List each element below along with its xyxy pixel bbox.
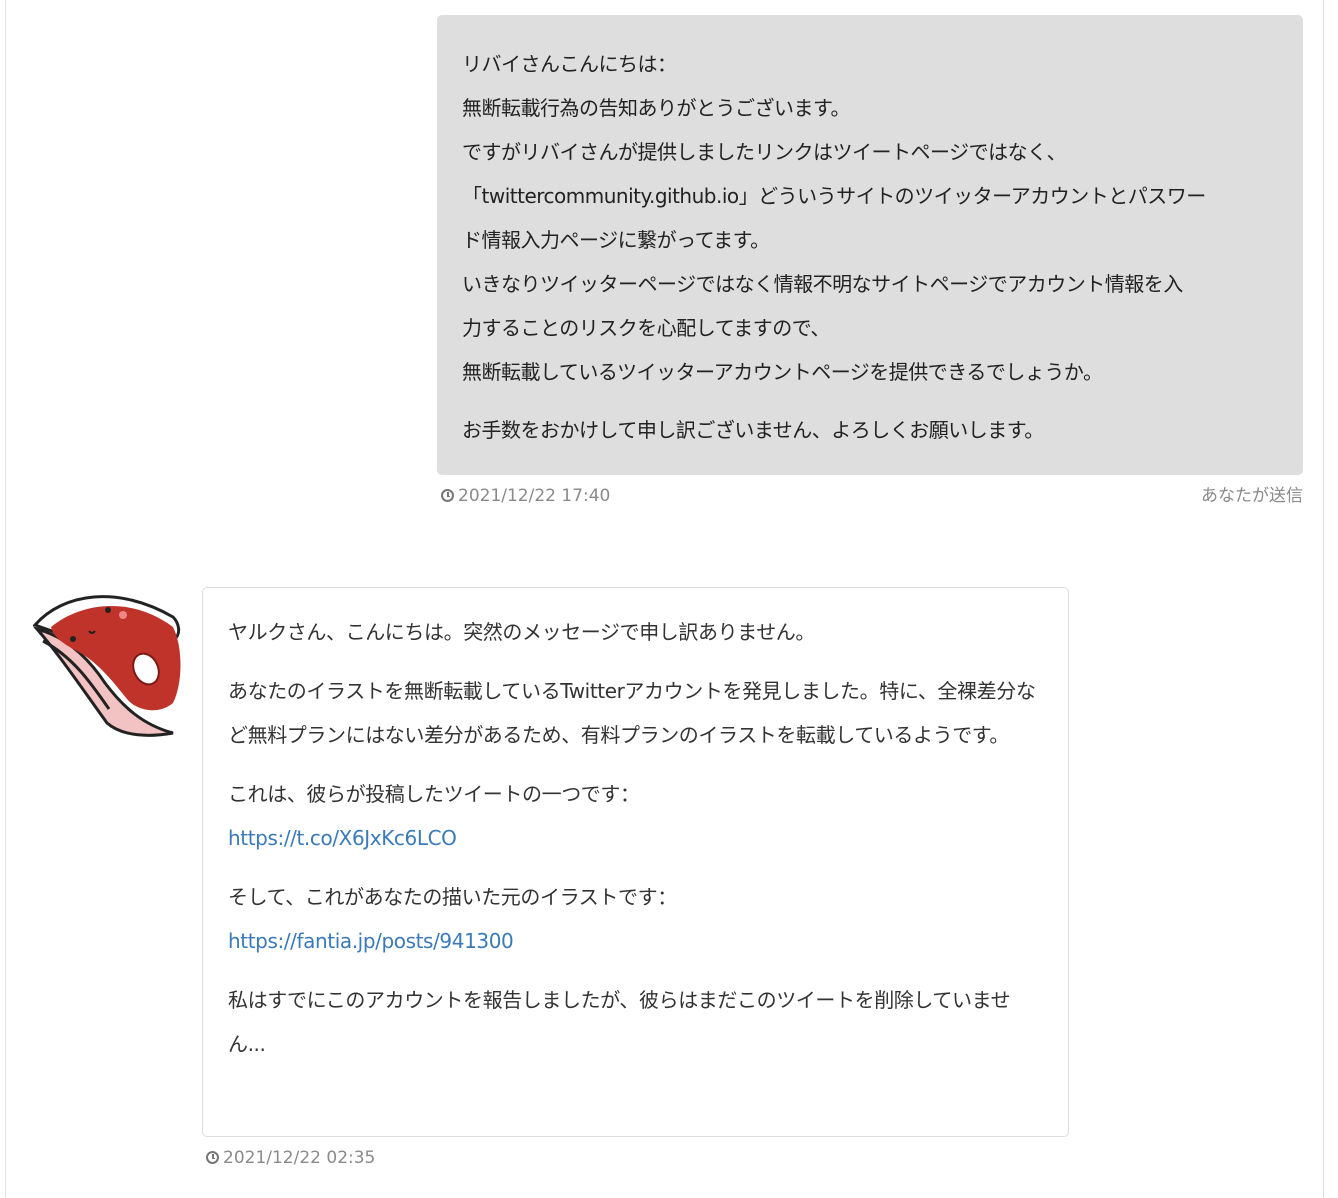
sent-message-line: 力することのリスクを心配してますので、 bbox=[462, 316, 830, 340]
received-timestamp-text: 2021/12/22 02:35 bbox=[223, 1148, 376, 1168]
original-reference: そして、これがあなたの描いた元のイラストです： https://fantia.j… bbox=[228, 875, 1042, 963]
tweet-reference: これは、彼らが投稿したツイートの一つです： https://t.co/X6JxK… bbox=[228, 772, 1042, 860]
sent-message-line: ですがリバイさんが提供しましたリンクはツイートページではなく、 bbox=[462, 140, 1067, 164]
message-paragraph: あなたのイラストを無断転載しているTwitterアカウントを発見しました。特に、… bbox=[228, 679, 1036, 747]
avatar-illustration bbox=[32, 595, 181, 737]
sent-timestamp-text: 2021/12/22 17:40 bbox=[458, 486, 611, 506]
original-intro: そして、これがあなたの描いた元のイラストです： bbox=[228, 885, 677, 909]
sent-message-closing: お手数をおかけして申し訳ございません、よろしくお願いします。 bbox=[462, 418, 1044, 442]
sent-timestamp: 2021/12/22 17:40 bbox=[441, 486, 610, 506]
clock-icon bbox=[441, 489, 454, 502]
received-timestamp: 2021/12/22 02:35 bbox=[206, 1148, 375, 1168]
sent-message-line: いきなりツイッターページではなく情報不明なサイトページでアカウント情報を入 bbox=[462, 272, 1183, 296]
sent-message-line: 「twittercommunity.github.io」どういうサイトのツイッタ… bbox=[462, 184, 1206, 208]
sent-message-line: リバイさんこんにちは： bbox=[462, 52, 677, 76]
message-greeting: ヤルクさん、こんにちは。突然のメッセージで申し訳ありません。 bbox=[228, 620, 815, 644]
clock-icon bbox=[206, 1151, 219, 1164]
sender-label: あなたが送信 bbox=[1201, 486, 1303, 506]
received-message-bubble: ヤルクさん、こんにちは。突然のメッセージで申し訳ありません。 あなたのイラストを… bbox=[202, 587, 1069, 1137]
sent-message-line: 無断転載行為の告知ありがとうございます。 bbox=[462, 96, 851, 120]
sent-message-line: 無断転載しているツイッターアカウントページを提供できるでしょうか。 bbox=[462, 360, 1103, 384]
original-illustration-link[interactable]: https://fantia.jp/posts/941300 bbox=[228, 919, 1042, 963]
sent-message-bubble: リバイさんこんにちは： 無断転載行為の告知ありがとうございます。 ですがリバイさ… bbox=[437, 15, 1303, 475]
tweet-intro: これは、彼らが投稿したツイートの一つです： bbox=[228, 782, 640, 806]
sent-message-line: ド情報入力ページに繋がってます。 bbox=[462, 228, 770, 252]
tweet-link[interactable]: https://t.co/X6JxKc6LCO bbox=[228, 816, 1042, 860]
sender-avatar[interactable] bbox=[32, 587, 183, 737]
message-closing: 私はすでにこのアカウントを報告しましたが、彼らはまだこのツイートを削除していませ… bbox=[228, 988, 1011, 1056]
